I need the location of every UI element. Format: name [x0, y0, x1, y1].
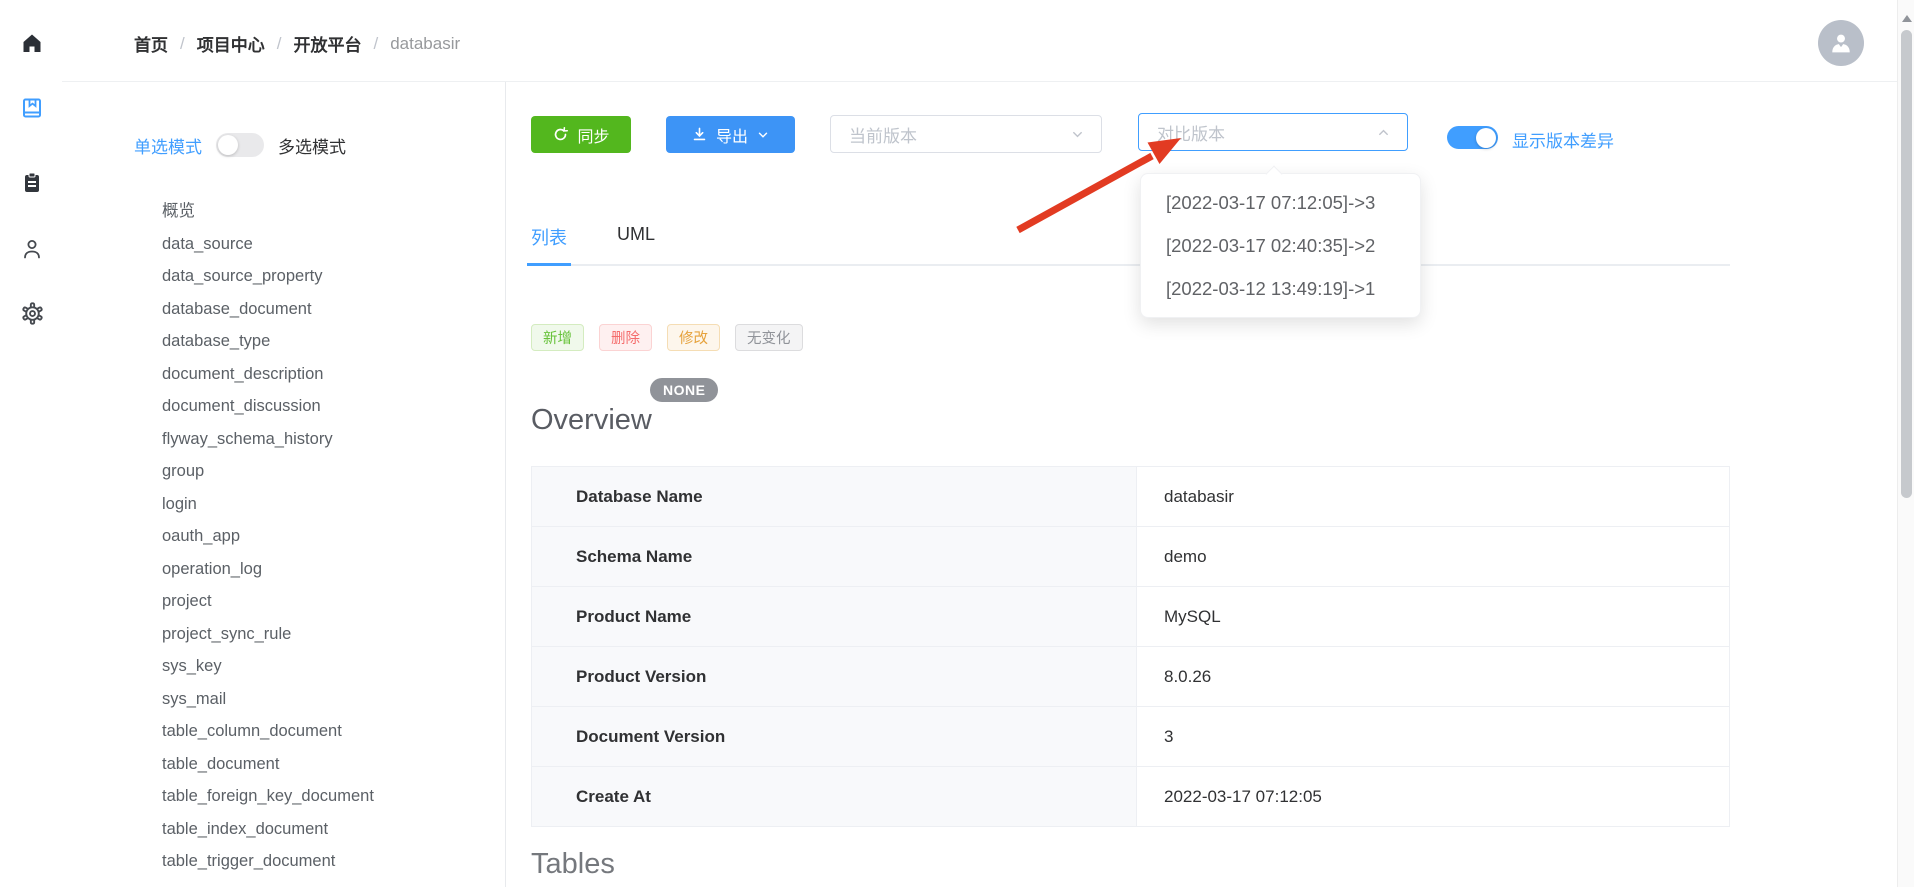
- breadcrumb-separator: /: [277, 34, 282, 54]
- sync-refresh-icon: [552, 126, 569, 143]
- scrollbar-thumb[interactable]: [1901, 30, 1912, 498]
- status-badge: NONE: [650, 378, 718, 402]
- table-list: 概览data_sourcedata_source_propertydatabas…: [162, 195, 374, 887]
- row-value: 8.0.26: [1137, 647, 1729, 706]
- table-list-item[interactable]: document_discussion: [162, 390, 374, 423]
- dropdown-options: [2022-03-17 07:12:05]->3[2022-03-17 02:4…: [1141, 181, 1420, 310]
- mode-toggle[interactable]: [216, 133, 264, 157]
- table-list-item[interactable]: document_description: [162, 358, 374, 391]
- icon-rail: [0, 0, 62, 887]
- compare-version-placeholder: 对比版本: [1157, 120, 1376, 145]
- overview-title: Overview: [531, 404, 652, 437]
- row-value: databasir: [1137, 467, 1729, 526]
- row-label: Create At: [532, 767, 1137, 826]
- table-row: Product Version8.0.26: [532, 647, 1729, 707]
- mode-switch-row: 单选模式 多选模式: [134, 131, 346, 159]
- version-option[interactable]: [2022-03-12 13:49:19]->1: [1141, 267, 1420, 310]
- table-list-item[interactable]: table_foreign_key_document: [162, 780, 374, 813]
- table-list-item[interactable]: login: [162, 488, 374, 521]
- overview-table: Database NamedatabasirSchema NamedemoPro…: [531, 466, 1730, 827]
- user-icon[interactable]: [19, 236, 45, 262]
- row-label: Product Version: [532, 647, 1137, 706]
- table-list-item[interactable]: group: [162, 455, 374, 488]
- row-value: 2022-03-17 07:12:05: [1137, 767, 1729, 826]
- table-row: Database Namedatabasir: [532, 467, 1729, 527]
- mode-toggle-knob: [218, 135, 238, 155]
- table-row: Create At2022-03-17 07:12:05: [532, 767, 1729, 827]
- breadcrumb-item[interactable]: 项目中心: [197, 31, 265, 56]
- table-list-item[interactable]: table_document: [162, 748, 374, 781]
- breadcrumb-item[interactable]: databasir: [390, 34, 460, 54]
- row-label: Document Version: [532, 707, 1137, 766]
- row-label: Product Name: [532, 587, 1137, 646]
- table-list-item[interactable]: database_type: [162, 325, 374, 358]
- compare-version-dropdown: [2022-03-17 07:12:05]->3[2022-03-17 02:4…: [1140, 173, 1421, 318]
- avatar[interactable]: [1818, 20, 1864, 66]
- breadcrumb: 首页 / 项目中心 / 开放平台 / databasir: [134, 31, 460, 56]
- diff-legend: 新增删除修改无变化: [531, 324, 803, 351]
- app-window: 首页/项目中心/开放平台/databasir 单选模式 多选模式 概览data_…: [0, 0, 1914, 887]
- table-list-item[interactable]: project: [162, 585, 374, 618]
- scroll-up-arrow-icon[interactable]: [1902, 15, 1912, 22]
- breadcrumb-separator: /: [373, 34, 378, 54]
- tab-uml[interactable]: UML: [617, 224, 655, 264]
- sidebar: 单选模式 多选模式 概览data_sourcedata_source_prope…: [62, 82, 506, 887]
- table-list-item[interactable]: data_source_property: [162, 260, 374, 293]
- table-row: Document Version3: [532, 707, 1729, 767]
- scrollbar[interactable]: [1897, 0, 1914, 887]
- table-list-item[interactable]: database_document: [162, 293, 374, 326]
- table-list-item[interactable]: user: [162, 878, 374, 887]
- compare-version-select[interactable]: 对比版本: [1138, 113, 1408, 151]
- table-list-item[interactable]: oauth_app: [162, 520, 374, 553]
- version-option[interactable]: [2022-03-17 02:40:35]->2: [1141, 224, 1420, 267]
- chevron-down-icon: [1070, 127, 1085, 142]
- breadcrumb-separator: /: [180, 34, 185, 54]
- breadcrumb-item[interactable]: 开放平台: [293, 31, 361, 56]
- row-label: Schema Name: [532, 527, 1137, 586]
- tab-list[interactable]: 列表: [531, 224, 567, 264]
- current-version-select[interactable]: 当前版本: [830, 115, 1102, 153]
- breadcrumb-item[interactable]: 首页: [134, 31, 168, 56]
- show-diff-toggle-knob: [1476, 128, 1496, 148]
- tables-section-title: Tables: [531, 848, 615, 881]
- row-value: 3: [1137, 707, 1729, 766]
- single-select-mode-label[interactable]: 单选模式: [134, 133, 202, 158]
- row-value: MySQL: [1137, 587, 1729, 646]
- legend-tag-danger: 删除: [599, 324, 652, 351]
- show-diff-toggle[interactable]: [1447, 126, 1498, 149]
- home-icon[interactable]: [19, 30, 45, 56]
- table-list-item[interactable]: table_trigger_document: [162, 845, 374, 878]
- chevron-down-icon: [756, 128, 770, 142]
- clipboard-icon[interactable]: [19, 170, 45, 196]
- sync-button[interactable]: 同步: [531, 116, 631, 153]
- table-list-item[interactable]: sys_key: [162, 650, 374, 683]
- legend-tag-info: 无变化: [735, 324, 803, 351]
- legend-tag-success: 新增: [531, 324, 584, 351]
- table-row: Schema Namedemo: [532, 527, 1729, 587]
- current-version-placeholder: 当前版本: [849, 122, 1070, 147]
- table-list-item[interactable]: flyway_schema_history: [162, 423, 374, 456]
- export-button[interactable]: 导出: [666, 116, 795, 153]
- table-list-item[interactable]: project_sync_rule: [162, 618, 374, 651]
- chevron-up-icon: [1376, 125, 1391, 140]
- table-list-item[interactable]: table_column_document: [162, 715, 374, 748]
- table-row: Product NameMySQL: [532, 587, 1729, 647]
- legend-tag-warning: 修改: [667, 324, 720, 351]
- table-list-item[interactable]: 概览: [162, 195, 374, 228]
- docs-book-icon[interactable]: [19, 95, 45, 121]
- row-label: Database Name: [532, 467, 1137, 526]
- table-list-item[interactable]: table_index_document: [162, 813, 374, 846]
- multi-select-mode-label[interactable]: 多选模式: [278, 133, 346, 158]
- table-list-item[interactable]: sys_mail: [162, 683, 374, 716]
- tab-bar: 列表 UML: [531, 224, 1730, 266]
- table-list-item[interactable]: data_source: [162, 228, 374, 261]
- row-value: demo: [1137, 527, 1729, 586]
- show-diff-label[interactable]: 显示版本差异: [1512, 127, 1614, 152]
- header: 首页 / 项目中心 / 开放平台 / databasir: [62, 0, 1897, 82]
- settings-gear-icon[interactable]: [19, 300, 45, 326]
- table-list-item[interactable]: operation_log: [162, 553, 374, 586]
- download-icon: [691, 126, 708, 143]
- version-option[interactable]: [2022-03-17 07:12:05]->3: [1141, 181, 1420, 224]
